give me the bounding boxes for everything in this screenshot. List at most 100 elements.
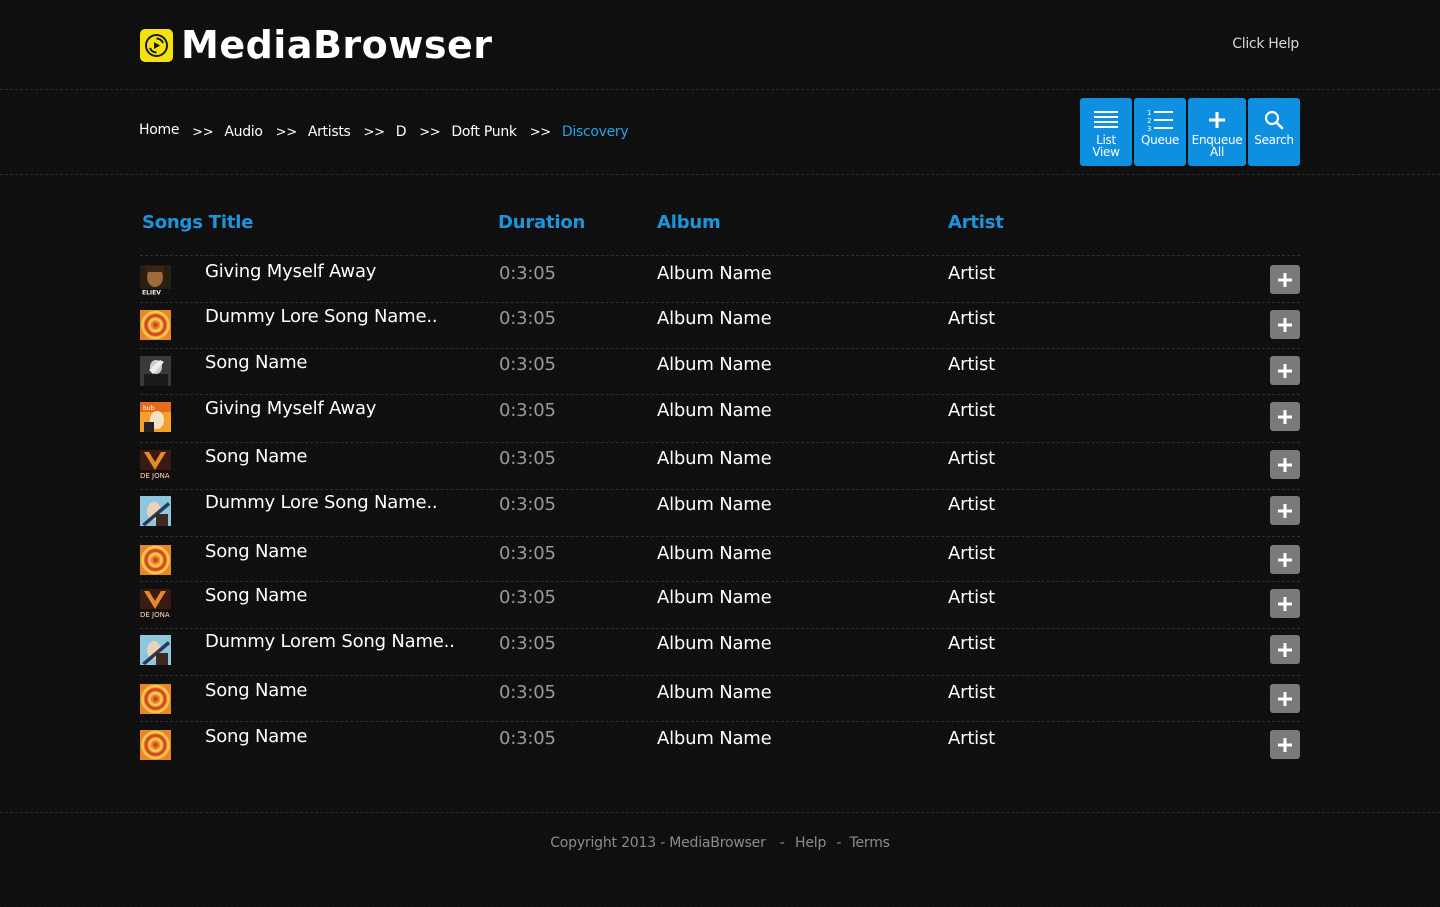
song-duration: 0:3:05 xyxy=(499,587,556,608)
breadcrumb-audio[interactable]: Audio xyxy=(224,124,263,140)
plus-icon xyxy=(1278,317,1292,332)
album-art-thumbnail xyxy=(140,356,171,386)
svg-text:ELIEV: ELIEV xyxy=(142,290,161,296)
song-title: Song Name xyxy=(205,352,308,373)
enqueue-song-button[interactable] xyxy=(1270,589,1300,618)
footer-help-link[interactable]: Help xyxy=(795,835,826,851)
song-title: Dummy Lore Song Name.. xyxy=(205,306,438,327)
breadcrumb-discovery: Discovery xyxy=(561,124,629,140)
logo-text: MediaBrowser xyxy=(181,23,493,67)
enqueue-all-button[interactable]: Enqueue All xyxy=(1188,98,1246,166)
row-divider xyxy=(140,302,1300,303)
breadcrumb-d[interactable]: D xyxy=(396,124,407,140)
album-art-thumbnail xyxy=(140,310,171,340)
song-title: Dummy Lorem Song Name.. xyxy=(205,631,455,652)
song-album: Album Name xyxy=(657,354,772,375)
enqueue-song-button[interactable] xyxy=(1270,730,1300,759)
song-artist: Artist xyxy=(948,354,996,375)
toolbar: List View 1 2 3 Queue Enqueue All Search xyxy=(1080,98,1302,166)
breadcrumb-separator: >> xyxy=(192,125,214,140)
song-row[interactable]: Song Name 0:3:05 Album Name Artist xyxy=(140,352,1300,386)
enqueue-song-button[interactable] xyxy=(1270,402,1300,431)
plus-icon xyxy=(1278,737,1292,752)
plus-icon xyxy=(1208,108,1226,132)
breadcrumb-separator: >> xyxy=(419,125,441,140)
search-label: Search xyxy=(1254,133,1294,147)
queue-button[interactable]: 1 2 3 Queue xyxy=(1134,98,1186,166)
breadcrumb-separator: >> xyxy=(363,125,385,140)
click-help-link[interactable]: Click Help xyxy=(1232,36,1299,52)
song-row[interactable]: bub Giving Myself Away 0:3:05 Album Name Art… xyxy=(140,398,1300,432)
song-row[interactable]: Dummy Lorem Song Name.. 0:3:05 Album Name A… xyxy=(140,631,1300,665)
breadcrumb-separator: >> xyxy=(275,125,297,140)
song-artist: Artist xyxy=(948,263,996,284)
plus-icon xyxy=(1278,272,1292,287)
song-row[interactable]: DE JONA Song Name 0:3:05 Album Name Artist xyxy=(140,585,1300,619)
plus-icon xyxy=(1278,363,1292,378)
svg-text:DE JONA: DE JONA xyxy=(140,611,170,619)
svg-text:1: 1 xyxy=(1147,109,1151,117)
album-art-thumbnail xyxy=(140,545,171,575)
column-header-album[interactable]: Album xyxy=(657,212,721,233)
song-title: Song Name xyxy=(205,446,308,467)
song-duration: 0:3:05 xyxy=(499,728,556,749)
album-art-thumbnail xyxy=(140,684,171,714)
row-divider xyxy=(140,442,1300,443)
song-album: Album Name xyxy=(657,633,772,654)
song-title: Song Name xyxy=(205,680,308,701)
song-title: Giving Myself Away xyxy=(205,261,377,282)
enqueue-song-button[interactable] xyxy=(1270,356,1300,385)
list-view-button[interactable]: List View xyxy=(1080,98,1132,166)
row-divider xyxy=(140,581,1300,582)
enqueue-song-button[interactable] xyxy=(1270,545,1300,574)
song-title: Song Name xyxy=(205,541,308,562)
list-view-label: List View xyxy=(1092,133,1120,159)
song-duration: 0:3:05 xyxy=(499,448,556,469)
logo-icon xyxy=(140,28,173,62)
breadcrumb: Home >> Audio >> Artists >> D >> Doft Pu… xyxy=(139,122,629,140)
song-artist: Artist xyxy=(948,682,996,703)
plus-icon xyxy=(1278,691,1292,706)
breadcrumb-doft-punk[interactable]: Doft Punk xyxy=(451,124,517,140)
enqueue-song-button[interactable] xyxy=(1270,310,1300,339)
column-header-artist[interactable]: Artist xyxy=(948,212,1004,233)
song-artist: Artist xyxy=(948,448,996,469)
album-art-thumbnail xyxy=(140,635,171,665)
row-divider xyxy=(140,675,1300,676)
song-row[interactable]: Song Name 0:3:05 Album Name Artist xyxy=(140,541,1300,575)
breadcrumb-artists[interactable]: Artists xyxy=(308,124,351,140)
row-divider xyxy=(140,348,1300,349)
breadcrumb-home[interactable]: Home xyxy=(139,122,179,138)
album-art-thumbnail xyxy=(140,730,171,760)
enqueue-song-button[interactable] xyxy=(1270,265,1300,294)
plus-icon xyxy=(1278,457,1292,472)
song-row[interactable]: DE JONA Song Name 0:3:05 Album Name Artist xyxy=(140,446,1300,480)
song-title: Song Name xyxy=(205,726,308,747)
album-art-thumbnail: ELIEV xyxy=(140,265,171,297)
enqueue-song-button[interactable] xyxy=(1270,684,1300,713)
song-row[interactable]: Song Name 0:3:05 Album Name Artist xyxy=(140,680,1300,714)
enqueue-all-label: Enqueue All xyxy=(1191,133,1243,159)
song-artist: Artist xyxy=(948,543,996,564)
footer-terms-link[interactable]: Terms xyxy=(850,835,890,851)
header-divider xyxy=(0,89,1440,90)
song-artist: Artist xyxy=(948,633,996,654)
column-header-title[interactable]: Songs Title xyxy=(142,212,253,233)
song-row[interactable]: Dummy Lore Song Name.. 0:3:05 Album Name Ar… xyxy=(140,306,1300,340)
song-duration: 0:3:05 xyxy=(499,633,556,654)
song-duration: 0:3:05 xyxy=(499,263,556,284)
enqueue-song-button[interactable] xyxy=(1270,635,1300,664)
album-art-thumbnail: bub xyxy=(140,402,171,432)
column-header-duration[interactable]: Duration xyxy=(498,212,585,233)
row-divider xyxy=(140,628,1300,629)
song-row[interactable]: Dummy Lore Song Name.. 0:3:05 Album Name Ar… xyxy=(140,492,1300,526)
logo[interactable]: MediaBrowser xyxy=(140,26,493,64)
song-row[interactable]: ELIEV Giving Myself Away 0:3:05 Album Name A… xyxy=(140,261,1300,297)
song-duration: 0:3:05 xyxy=(499,308,556,329)
song-album: Album Name xyxy=(657,308,772,329)
enqueue-song-button[interactable] xyxy=(1270,496,1300,525)
song-row[interactable]: Song Name 0:3:05 Album Name Artist xyxy=(140,726,1300,760)
enqueue-song-button[interactable] xyxy=(1270,450,1300,479)
song-duration: 0:3:05 xyxy=(499,400,556,421)
search-button[interactable]: Search xyxy=(1248,98,1300,166)
